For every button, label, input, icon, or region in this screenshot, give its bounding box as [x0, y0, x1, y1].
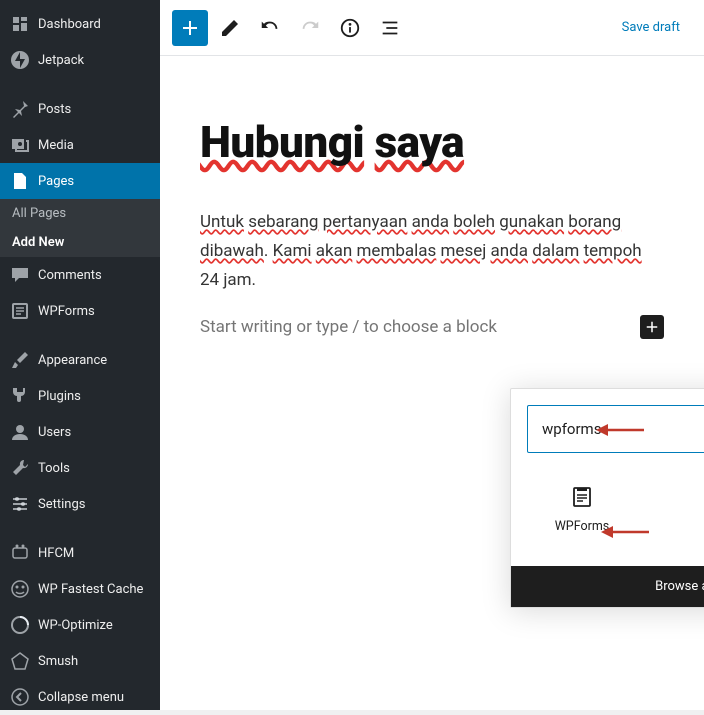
sidebar-item-label: Posts — [38, 102, 71, 117]
editor-toolbar: Save draft — [160, 0, 704, 56]
sidebar-item-hfcm[interactable]: HFCM — [0, 535, 160, 571]
editor-content: Hubungi saya Untuk sebarang pertanyaan a… — [160, 56, 704, 339]
outline-button[interactable] — [372, 10, 408, 46]
smush-icon — [10, 651, 30, 671]
sidebar-item-label: HFCM — [38, 546, 74, 561]
sidebar-item-label: Media — [38, 138, 74, 153]
sidebar-item-wpforms[interactable]: WPForms — [0, 293, 160, 329]
sidebar-item-pages[interactable]: Pages — [0, 163, 160, 199]
page-title[interactable]: Hubungi saya — [200, 116, 664, 168]
dashboard-icon — [10, 14, 30, 34]
sidebar-item-settings[interactable]: Settings — [0, 486, 160, 522]
pin-icon — [10, 99, 30, 119]
plug-icon — [10, 386, 30, 406]
save-draft-button[interactable]: Save draft — [610, 12, 692, 43]
wpforms-block-icon — [570, 485, 594, 509]
sidebar-item-label: Smush — [38, 654, 78, 669]
block-search-input[interactable] — [542, 420, 704, 438]
sidebar-item-label: Plugins — [38, 389, 81, 404]
comment-icon — [10, 265, 30, 285]
form-icon — [10, 301, 30, 321]
optimize-icon — [10, 615, 30, 635]
block-search-field — [527, 405, 704, 453]
sidebar-item-label: Comments — [38, 268, 102, 283]
sidebar-item-dashboard[interactable]: Dashboard — [0, 6, 160, 42]
sidebar-item-label: WP-Optimize — [38, 618, 113, 633]
admin-sidebar: Dashboard Jetpack Posts Media Pages All … — [0, 0, 160, 710]
collapse-icon — [10, 687, 30, 707]
sidebar-item-label: Users — [38, 425, 71, 440]
browse-all-button[interactable]: Browse all — [511, 566, 704, 607]
sidebar-item-label: WPForms — [38, 304, 95, 319]
user-icon — [10, 422, 30, 442]
block-placeholder[interactable]: Start writing or type / to choose a bloc… — [200, 317, 497, 337]
sidebar-item-smush[interactable]: Smush — [0, 643, 160, 679]
sidebar-sub-all-pages[interactable]: All Pages — [0, 199, 160, 228]
edit-mode-button[interactable] — [212, 10, 248, 46]
sidebar-item-appearance[interactable]: Appearance — [0, 342, 160, 378]
sidebar-item-label: Dashboard — [38, 17, 101, 32]
paragraph-block[interactable]: Untuk sebarang pertanyaan anda boleh gun… — [200, 208, 664, 295]
media-icon — [10, 135, 30, 155]
sidebar-item-users[interactable]: Users — [0, 414, 160, 450]
brush-icon — [10, 350, 30, 370]
hfcm-icon — [10, 543, 30, 563]
sidebar-item-wp-optimize[interactable]: WP-Optimize — [0, 607, 160, 643]
redo-button[interactable] — [292, 10, 328, 46]
block-result-wpforms[interactable]: WPForms — [527, 473, 637, 546]
sliders-icon — [10, 494, 30, 514]
page-icon — [10, 171, 30, 191]
sidebar-item-label: Pages — [38, 174, 74, 189]
sidebar-item-wp-fastest-cache[interactable]: WP Fastest Cache — [0, 571, 160, 607]
sidebar-sub-add-new[interactable]: Add New — [0, 228, 160, 257]
sidebar-item-plugins[interactable]: Plugins — [0, 378, 160, 414]
sidebar-item-posts[interactable]: Posts — [0, 91, 160, 127]
editor-main: Save draft Hubungi saya Untuk sebarang p… — [160, 0, 704, 710]
inline-add-block-button[interactable] — [640, 315, 664, 339]
sidebar-item-label: Tools — [38, 461, 70, 476]
sidebar-item-tools[interactable]: Tools — [0, 450, 160, 486]
undo-button[interactable] — [252, 10, 288, 46]
wrench-icon — [10, 458, 30, 478]
sidebar-item-label: Settings — [38, 497, 85, 512]
sidebar-item-label: Appearance — [38, 353, 107, 368]
block-inserter-popover: WPForms Browse all — [510, 388, 704, 608]
sidebar-item-label: Collapse menu — [38, 690, 124, 705]
sidebar-item-label: WP Fastest Cache — [38, 582, 143, 597]
info-button[interactable] — [332, 10, 368, 46]
cache-icon — [10, 579, 30, 599]
sidebar-item-label: Jetpack — [38, 53, 84, 68]
block-result-label: WPForms — [555, 519, 610, 534]
sidebar-item-jetpack[interactable]: Jetpack — [0, 42, 160, 78]
add-block-button[interactable] — [172, 10, 208, 46]
sidebar-item-comments[interactable]: Comments — [0, 257, 160, 293]
jetpack-icon — [10, 50, 30, 70]
sidebar-item-media[interactable]: Media — [0, 127, 160, 163]
